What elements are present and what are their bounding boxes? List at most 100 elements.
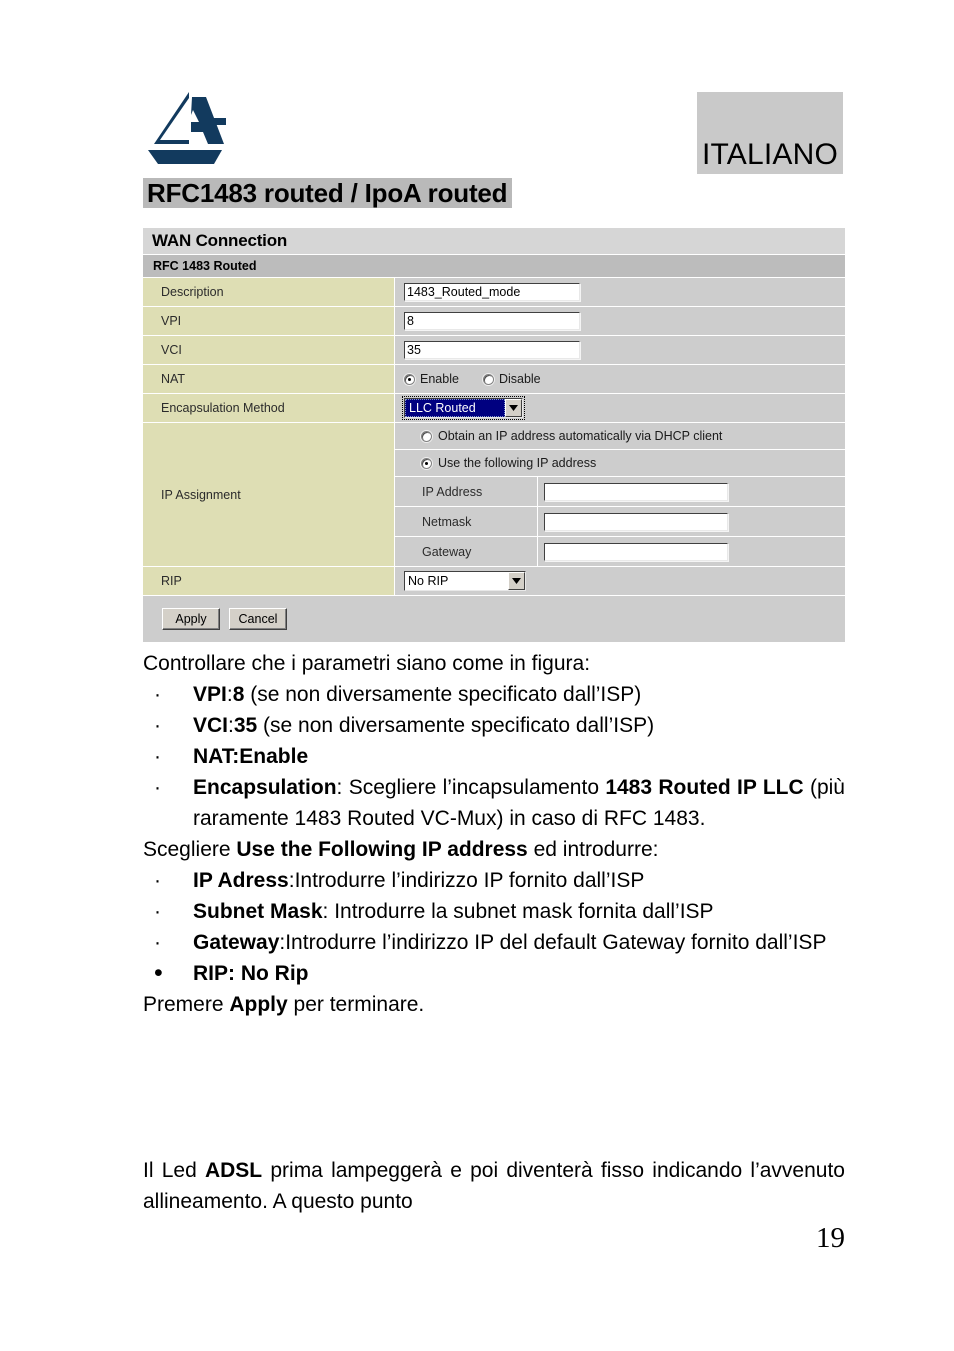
value-nat: Enable Disable xyxy=(395,365,845,393)
bullet-vci-tail: (se non diversamente specificato dall’IS… xyxy=(257,714,655,737)
row-vpi: VPI 8 xyxy=(143,306,845,335)
label-vci: VCI xyxy=(143,336,395,364)
value-description: 1483_Routed_mode xyxy=(395,278,845,306)
bullet-gateway-text: Gateway:Introdurre l’indirizzo IP del de… xyxy=(193,927,845,958)
value-gateway xyxy=(538,537,845,566)
value-rip: No RIP xyxy=(395,567,845,595)
bullet-gateway: · Gateway:Introdurre l’indirizzo IP del … xyxy=(143,927,845,958)
wan-connection-panel: WAN Connection RFC 1483 Routed Descripti… xyxy=(143,228,845,642)
bullet-nat-text: NAT:Enable xyxy=(193,741,845,772)
bullet-nat-lead: NAT:Enable xyxy=(193,745,309,768)
tail-paragraph-bold: ADSL xyxy=(204,1159,263,1182)
value-netmask xyxy=(538,507,845,536)
encapsulation-select-value: LLC Routed xyxy=(405,399,505,417)
label-nat: NAT xyxy=(143,365,395,393)
row-rip: RIP No RIP xyxy=(143,566,845,595)
label-encapsulation: Encapsulation Method xyxy=(143,394,395,422)
panel-footer: Apply Cancel xyxy=(143,595,845,642)
encapsulation-select[interactable]: LLC Routed xyxy=(402,396,525,420)
bullet-encapsulation-value: 1483 Routed IP LLC xyxy=(605,776,804,799)
row-vci: VCI 35 xyxy=(143,335,845,364)
tail-paragraph: Il Led ADSL prima lampeggerà e poi diven… xyxy=(143,1155,845,1217)
value-vci: 35 xyxy=(395,336,845,364)
instructions-body: Controllare che i parametri siano come i… xyxy=(143,648,845,1020)
apply-line-pre: Premere xyxy=(143,993,230,1016)
choose-ip-bold: Use the Following IP address xyxy=(236,838,528,861)
label-rip: RIP xyxy=(143,567,395,595)
bullet-ip-address-tail: :Introdurre l’indirizzo IP fornito dall’… xyxy=(288,869,645,892)
rip-select-value: No RIP xyxy=(408,574,449,588)
gateway-input[interactable] xyxy=(544,542,728,561)
bullet-encapsulation-mid: : Scegliere l’incapsulamento xyxy=(336,776,606,799)
nat-disable-radio[interactable] xyxy=(482,373,494,385)
label-description: Description xyxy=(143,278,395,306)
bullet-encapsulation-text: Encapsulation: Scegliere l’incapsulament… xyxy=(193,772,845,834)
bullet-subnet-mask-text: Subnet Mask: Introdurre la subnet mask f… xyxy=(193,896,845,927)
bullet-vci-text: VCI:35 (se non diversamente specificato … xyxy=(193,710,845,741)
label-ip-assignment: IP Assignment xyxy=(143,423,395,566)
bullet-encapsulation-lead: Encapsulation xyxy=(193,776,337,799)
ip-dhcp-radio[interactable] xyxy=(421,430,432,442)
bullet-vci: · VCI:35 (se non diversamente specificat… xyxy=(143,710,845,741)
bullet-vpi-tail: (se non diversamente specificato dall’IS… xyxy=(244,683,642,706)
document-page: ITALIANO RFC1483 routed / IpoA routed WA… xyxy=(0,0,954,1351)
bullet-marker: · xyxy=(154,745,161,768)
choose-ip-pre: Scegliere xyxy=(143,838,237,861)
apply-line-bold: Apply xyxy=(229,993,288,1016)
value-encapsulation: LLC Routed xyxy=(395,394,845,422)
label-vpi: VPI xyxy=(143,307,395,335)
bullet-marker: · xyxy=(154,776,161,799)
bullet-gateway-tail: :Introdurre l’indirizzo IP del default G… xyxy=(279,931,827,954)
netmask-input[interactable] xyxy=(544,512,728,531)
ip-static-radio[interactable] xyxy=(421,457,432,469)
bullet-marker: · xyxy=(154,714,161,737)
row-ip-address: IP Address xyxy=(395,477,845,507)
bullet-subnet-mask: · Subnet Mask: Introdurre la subnet mask… xyxy=(143,896,845,927)
row-encapsulation: Encapsulation Method LLC Routed xyxy=(143,393,845,422)
bullet-ip-address: · IP Adress:Introdurre l’indirizzo IP fo… xyxy=(143,865,845,896)
ip-address-input[interactable] xyxy=(544,482,728,501)
row-nat: NAT Enable Disable xyxy=(143,364,845,393)
row-ip-assignment: IP Assignment Obtain an IP address autom… xyxy=(143,422,845,566)
page-title: RFC1483 routed / IpoA routed xyxy=(143,178,513,208)
row-gateway: Gateway xyxy=(395,537,845,566)
bullet-subnet-mask-lead: Subnet Mask xyxy=(193,900,323,923)
bullet-vpi-value: 8 xyxy=(232,683,245,706)
label-netmask: Netmask xyxy=(395,507,538,536)
bullet-marker: · xyxy=(154,869,161,892)
choose-ip-post: ed introdurre: xyxy=(527,838,659,861)
value-ip-address xyxy=(538,477,845,506)
bullet-subnet-mask-tail: : Introdurre la subnet mask fornita dall… xyxy=(322,900,714,923)
bullet-marker: • xyxy=(154,959,163,987)
language-badge: ITALIANO xyxy=(697,92,843,174)
bullet-rip-lead: RIP: No Rip xyxy=(193,962,309,985)
choose-ip-line: Scegliere Use the Following IP address e… xyxy=(143,834,845,865)
row-netmask: Netmask xyxy=(395,507,845,537)
rip-select[interactable]: No RIP xyxy=(404,571,526,591)
atlantis-land-logo-icon xyxy=(148,92,234,166)
bullet-rip-text: RIP: No Rip xyxy=(193,958,845,989)
page-number: 19 xyxy=(816,1222,845,1254)
nat-enable-radio[interactable] xyxy=(404,373,415,385)
bullet-gateway-lead: Gateway xyxy=(193,931,280,954)
instructions-intro: Controllare che i parametri siano come i… xyxy=(143,652,591,675)
chevron-down-icon xyxy=(508,572,525,590)
nat-radio-group: Enable Disable xyxy=(404,372,541,386)
vpi-input[interactable]: 8 xyxy=(404,312,580,330)
nat-enable-label: Enable xyxy=(420,372,459,386)
apply-button[interactable]: Apply xyxy=(162,608,220,630)
vci-input[interactable]: 35 xyxy=(404,341,580,359)
tail-paragraph-pre: Il Led xyxy=(143,1159,205,1182)
apply-line-post: per terminare. xyxy=(287,993,425,1016)
bullet-rip: • RIP: No Rip xyxy=(143,958,845,989)
description-input[interactable]: 1483_Routed_mode xyxy=(404,283,580,301)
label-ip-address: IP Address xyxy=(395,477,538,506)
chevron-down-icon xyxy=(505,399,522,417)
bullet-marker: · xyxy=(154,683,161,706)
panel-section-header: RFC 1483 Routed xyxy=(143,255,845,277)
label-gateway: Gateway xyxy=(395,537,538,566)
row-description: Description 1483_Routed_mode xyxy=(143,277,845,306)
bullet-vpi: · VPI:8 (se non diversamente specificato… xyxy=(143,679,845,710)
cancel-button[interactable]: Cancel xyxy=(229,608,287,630)
value-vpi: 8 xyxy=(395,307,845,335)
